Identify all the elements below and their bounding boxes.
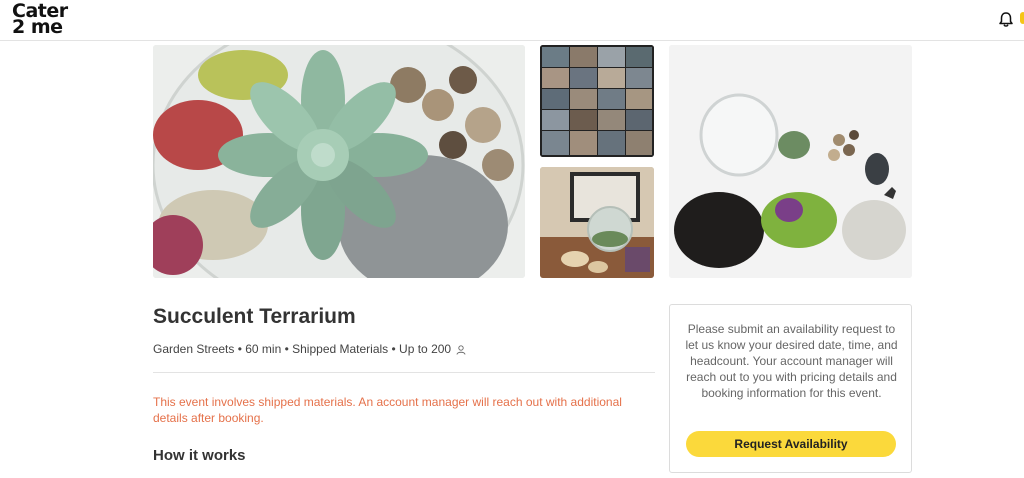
user-avatar-edge[interactable]	[1020, 12, 1024, 24]
event-meta-text: Garden Streets • 60 min • Shipped Materi…	[153, 342, 452, 356]
terrarium-kit-photo[interactable]	[669, 45, 912, 278]
virtual-event-grid-photo[interactable]	[540, 45, 654, 157]
request-availability-button[interactable]: Request Availability	[686, 431, 896, 457]
event-meta: Garden Streets • 60 min • Shipped Materi…	[153, 342, 466, 356]
availability-request-card: Please submit an availability request to…	[669, 304, 912, 473]
availability-instructions: Please submit an availability request to…	[685, 322, 898, 400]
cater2me-logo[interactable]: Cater 2 me	[12, 2, 72, 37]
shipped-materials-notice: This event involves shipped materials. A…	[153, 395, 622, 425]
desk-terrarium-photo[interactable]	[540, 167, 654, 278]
top-navigation-bar: Cater 2 me	[0, 0, 1024, 41]
bell-icon[interactable]	[996, 10, 1016, 30]
succulent-terrarium-photo[interactable]	[153, 45, 525, 278]
section-divider	[153, 372, 655, 373]
event-title: Succulent Terrarium	[153, 305, 356, 328]
person-icon	[456, 344, 466, 355]
how-it-works-heading: How it works	[153, 447, 246, 464]
